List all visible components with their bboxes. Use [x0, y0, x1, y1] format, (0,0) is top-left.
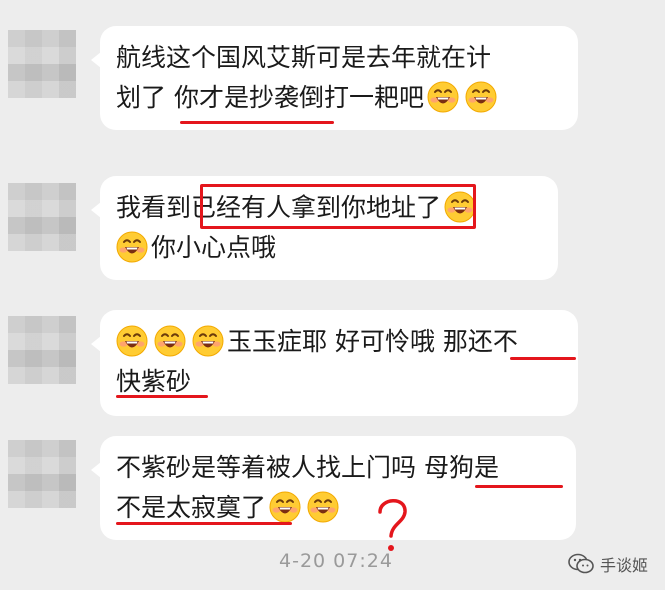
message-bubble[interactable]: 航线这个国风艾斯可是去年就在计 划了 你才是抄袭倒打一耙吧 [91, 26, 578, 130]
red-box-annotation [200, 184, 476, 229]
emoji-grin-icon [427, 81, 459, 113]
message-text: 不是太寂寞了 [116, 493, 267, 522]
emoji-grin-icon [269, 491, 301, 523]
message-text: 划了 你才是抄袭倒打一耙吧 [116, 83, 424, 112]
red-underline-annotation [475, 485, 563, 488]
red-underline-annotation [116, 395, 208, 398]
watermark-text: 手谈姬 [600, 556, 649, 575]
red-question-mark-annotation [378, 499, 407, 551]
message-text-line-with-emoji: 划了 你才是抄袭倒打一耙吧 [116, 78, 500, 118]
message-text-line: 不紫砂是等着被人找上门吗 母狗是 [116, 453, 499, 482]
message-text-line-with-emoji: 你小心点哦 [116, 228, 276, 268]
message-bubble[interactable]: 玉玉症耶 好可怜哦 那还不 快紫砂 [91, 310, 578, 416]
emoji-grin-icon [116, 231, 148, 263]
sender-avatar[interactable] [8, 316, 76, 384]
emoji-grin-icon [154, 325, 186, 357]
sender-avatar[interactable] [8, 440, 76, 508]
watermark: 手谈姬 [568, 552, 648, 576]
emoji-grin-icon [465, 81, 497, 113]
wechat-bubble-icon [568, 553, 594, 574]
emoji-grin-icon [307, 491, 339, 523]
message-timestamp: 4-20 07:24 [279, 550, 393, 572]
emoji-grin-icon [192, 325, 224, 357]
sender-avatar[interactable] [8, 30, 76, 98]
message-text: 你小心点哦 [151, 233, 277, 262]
red-underline-annotation [510, 357, 576, 360]
red-underline-annotation [116, 522, 292, 525]
red-underline-annotation [180, 121, 334, 124]
emoji-grin-icon [116, 325, 148, 357]
sender-avatar[interactable] [8, 183, 76, 251]
message-text: 玉玉症耶 好可怜哦 那还不 [227, 327, 518, 356]
message-text-line-with-emoji: 玉玉症耶 好可怜哦 那还不 [116, 322, 518, 362]
message-text-line: 航线这个国风艾斯可是去年就在计 [116, 43, 492, 72]
